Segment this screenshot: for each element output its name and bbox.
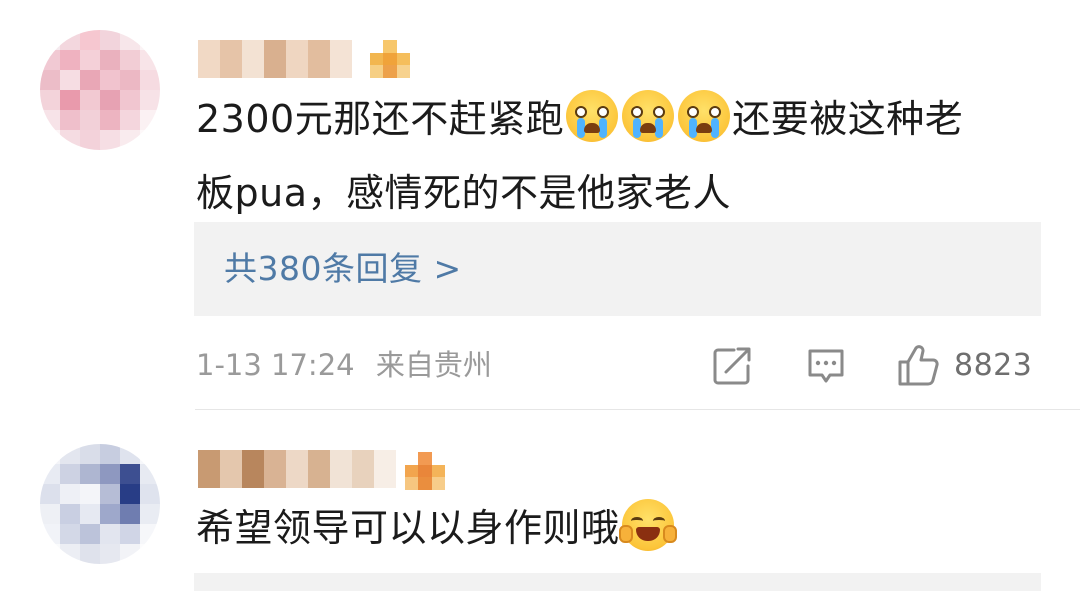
share-icon[interactable] [712,342,752,388]
username-blurred[interactable] [198,450,396,488]
comment-meta: 1-13 17:24 来自贵州 [196,343,492,387]
username-blurred[interactable] [198,40,352,78]
comment-text: 2300元那还不赶紧跑 还要被这种老 板pua，感情死的不是他家老人 [196,82,1056,230]
replies-box[interactable] [194,573,1041,591]
avatar[interactable] [40,444,160,564]
like-count: 8823 [954,347,1033,383]
comment-location: 来自贵州 [375,348,492,382]
comment-icon[interactable] [806,342,846,388]
comment-item: 希望领导可以以身作则哦 [0,411,1080,591]
like-button[interactable]: 8823 [896,342,1046,388]
crying-face-icon [566,90,619,142]
view-replies-link[interactable]: 共380条回复 > [224,244,462,294]
comment-text: 希望领导可以以身作则哦 [196,491,1056,565]
vip-badge-icon [370,40,410,78]
comment-date: 1-13 17:24 [196,348,355,382]
avatar[interactable] [40,30,160,150]
crying-face-icon [678,90,731,142]
replies-box[interactable]: 共380条回复 > [194,222,1041,316]
laughing-crying-face-icon [618,499,677,551]
comment-feed: 2300元那还不赶紧跑 还要被这种老 板pua，感情死的不是他家老人 共380条回… [0,0,1080,591]
crying-face-icon [622,90,675,142]
vip-badge-icon [405,452,445,490]
thumbs-up-icon [898,345,939,386]
divider [195,409,1080,410]
comment-item: 2300元那还不赶紧跑 还要被这种老 板pua，感情死的不是他家老人 共380条回… [0,0,1080,410]
